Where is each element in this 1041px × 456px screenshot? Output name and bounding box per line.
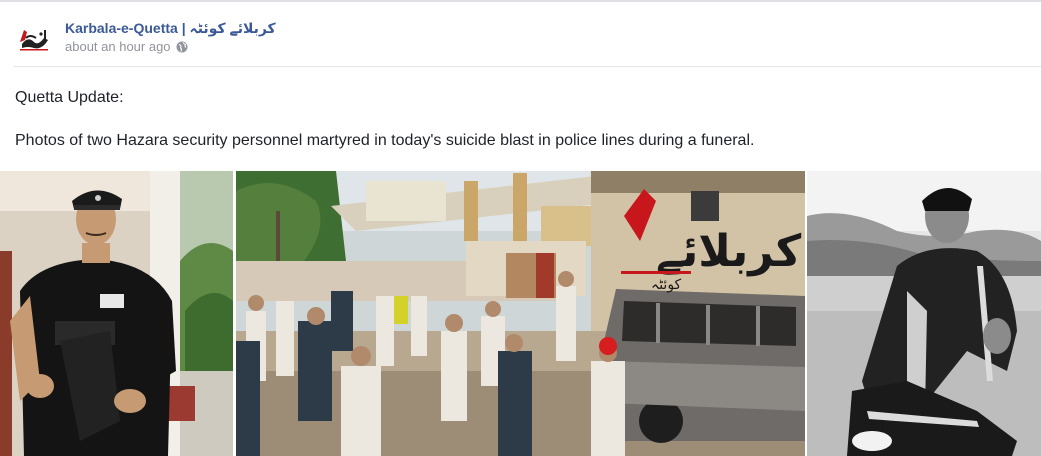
post-text-line-2: Photos of two Hazara security personnel … (15, 132, 755, 149)
watermark-subtext: کوئٹہ (651, 277, 682, 293)
header-divider (14, 66, 1041, 67)
post-text-line-1: Quetta Update: (15, 89, 124, 106)
photo-officer[interactable] (0, 171, 233, 456)
page-name-link[interactable]: Karbala-e-Quetta | کربلائے کوئٹہ (65, 20, 276, 37)
post-meta: about an hour ago (65, 39, 188, 56)
page-avatar[interactable] (14, 18, 54, 58)
post-timestamp[interactable]: about an hour ago (65, 39, 171, 54)
globe-icon[interactable] (176, 41, 188, 56)
photo-man-lake[interactable] (807, 171, 1041, 456)
post-header: Karbala-e-Quetta | کربلائے کوئٹہ about a… (0, 0, 1041, 66)
watermark-text: کربلائے (656, 226, 802, 277)
photo-blast-scene[interactable]: کربلائے کوئٹہ (236, 171, 805, 456)
photo-collage: کربلائے کوئٹہ (0, 171, 1041, 456)
